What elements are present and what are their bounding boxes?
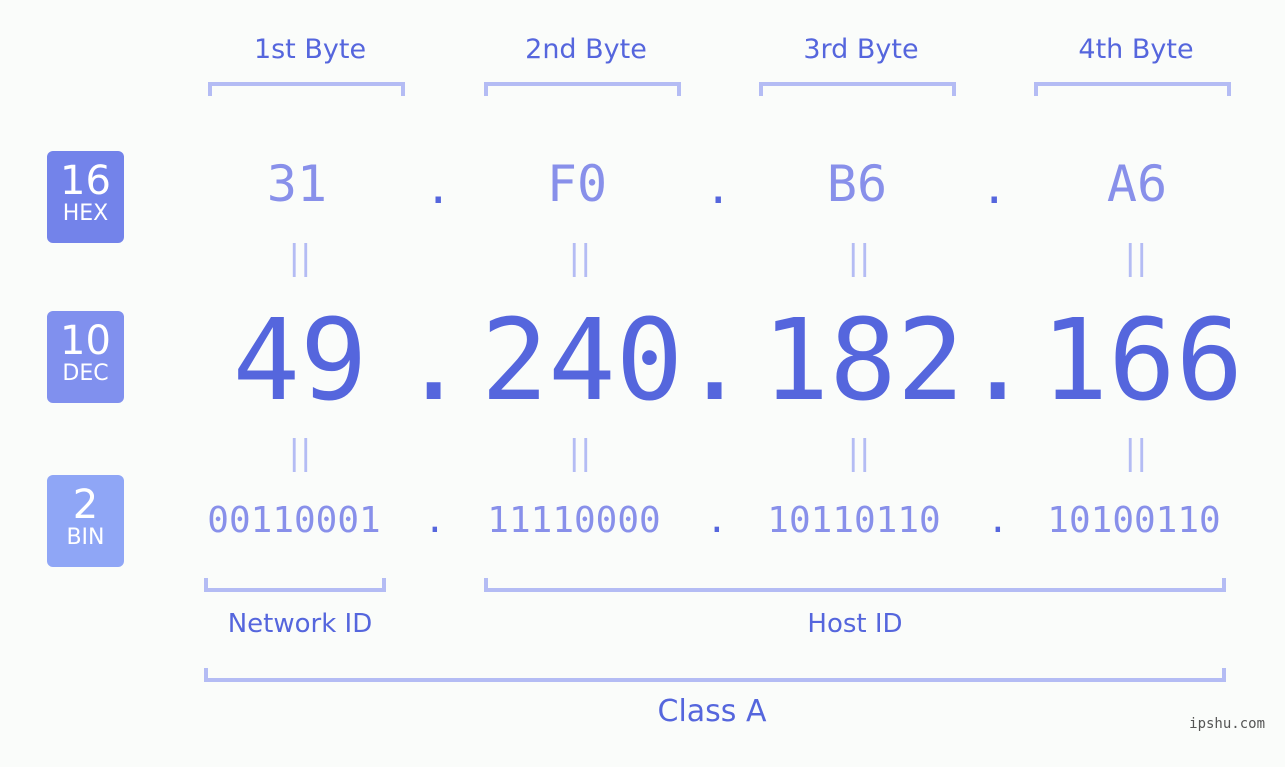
dec-badge-number: 10 bbox=[60, 318, 111, 364]
bin-byte-3: 10110110 bbox=[767, 500, 941, 541]
host-id-label: Host ID bbox=[807, 609, 903, 639]
bin-badge-label: BIN bbox=[66, 525, 105, 550]
hex-byte-4: A6 bbox=[1106, 155, 1168, 213]
equals-sign: || bbox=[288, 238, 312, 278]
byte-bracket-3 bbox=[759, 82, 956, 96]
equals-sign: || bbox=[847, 238, 871, 278]
bin-badge-number: 2 bbox=[72, 482, 99, 528]
network-id-label: Network ID bbox=[227, 609, 373, 639]
bin-badge: 2 BIN bbox=[47, 475, 124, 567]
bin-byte-2: 11110000 bbox=[487, 500, 661, 541]
dec-badge-label: DEC bbox=[62, 361, 109, 386]
byte-label-3: 3rd Byte bbox=[803, 34, 919, 65]
hex-separator-3: . bbox=[981, 163, 1008, 214]
equals-sign: || bbox=[1124, 433, 1148, 473]
dec-byte-3: 182 bbox=[761, 296, 965, 426]
equals-sign: || bbox=[568, 433, 592, 473]
hex-badge: 16 HEX bbox=[47, 151, 124, 243]
hex-badge-label: HEX bbox=[62, 201, 109, 226]
dec-badge: 10 DEC bbox=[47, 311, 124, 403]
bin-byte-1: 00110001 bbox=[207, 500, 381, 541]
dec-separator-1: . bbox=[400, 296, 468, 426]
hex-byte-1: 31 bbox=[266, 155, 328, 213]
byte-label-1: 1st Byte bbox=[253, 34, 367, 65]
dec-separator-3: . bbox=[964, 296, 1032, 426]
byte-bracket-1 bbox=[208, 82, 405, 96]
class-bracket bbox=[204, 668, 1226, 682]
network-id-bracket bbox=[204, 578, 386, 592]
class-label: Class A bbox=[657, 694, 767, 729]
byte-bracket-4 bbox=[1034, 82, 1231, 96]
hex-separator-2: . bbox=[705, 163, 732, 214]
hex-badge-number: 16 bbox=[60, 158, 111, 204]
dec-byte-1: 49 bbox=[232, 296, 368, 426]
equals-sign: || bbox=[568, 238, 592, 278]
bin-separator-3: . bbox=[987, 500, 1009, 541]
bin-separator-1: . bbox=[424, 500, 446, 541]
footer-watermark: ipshu.com bbox=[1189, 716, 1265, 732]
hex-byte-3: B6 bbox=[826, 155, 888, 213]
dec-byte-2: 240 bbox=[480, 296, 684, 426]
bin-byte-4: 10100110 bbox=[1047, 500, 1221, 541]
byte-label-2: 2nd Byte bbox=[525, 34, 647, 65]
byte-bracket-2 bbox=[484, 82, 681, 96]
equals-sign: || bbox=[288, 433, 312, 473]
dec-separator-2: . bbox=[681, 296, 749, 426]
equals-sign: || bbox=[1124, 238, 1148, 278]
host-id-bracket bbox=[484, 578, 1226, 592]
dec-byte-4: 166 bbox=[1040, 296, 1244, 426]
byte-label-4: 4th Byte bbox=[1078, 34, 1194, 65]
hex-byte-2: F0 bbox=[546, 155, 608, 213]
bin-separator-2: . bbox=[706, 500, 728, 541]
equals-sign: || bbox=[847, 433, 871, 473]
hex-separator-1: . bbox=[425, 163, 452, 214]
